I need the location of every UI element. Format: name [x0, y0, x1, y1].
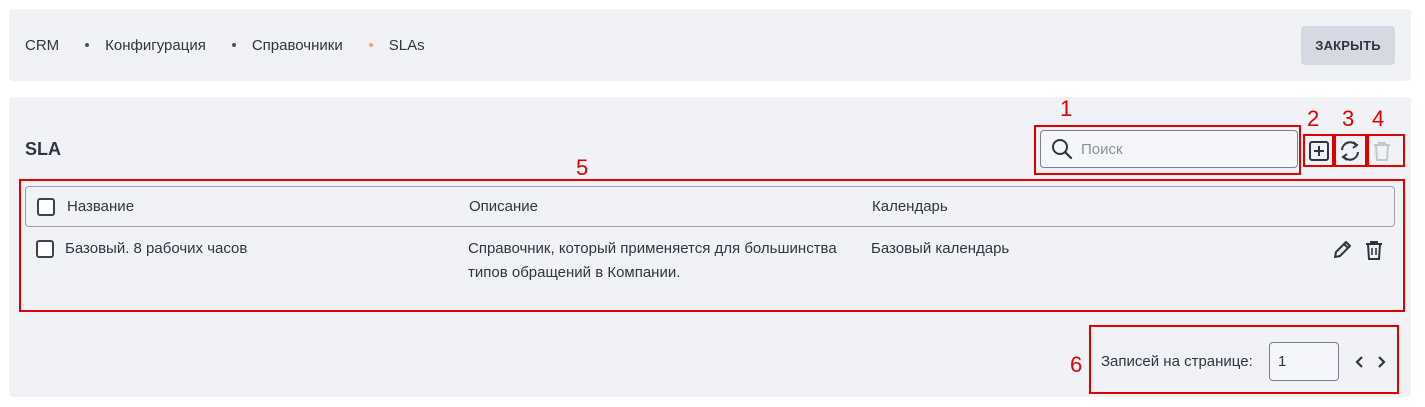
- row-name: Базовый. 8 рабочих часов: [65, 240, 248, 257]
- annotation-number-5: 5: [576, 155, 589, 180]
- breadcrumb-item-crm[interactable]: CRM: [25, 37, 59, 54]
- column-header-description[interactable]: Описание: [469, 198, 538, 215]
- prev-page-button[interactable]: [1351, 353, 1367, 371]
- close-button[interactable]: ЗАКРЫТЬ: [1301, 26, 1395, 65]
- breadcrumb-item-directories[interactable]: Справочники: [252, 37, 343, 54]
- trash-icon: [1366, 241, 1382, 260]
- delete-selected-button[interactable]: [1369, 138, 1395, 164]
- annotation-number-2: 2: [1307, 106, 1320, 131]
- table-header: Название Описание Календарь: [25, 186, 1395, 227]
- search-icon: [1052, 139, 1073, 160]
- annotation-number-1: 1: [1060, 96, 1073, 121]
- rows-per-page-label: Записей на странице:: [1101, 353, 1253, 370]
- search-field[interactable]: [1040, 130, 1298, 168]
- delete-row-button[interactable]: [1361, 237, 1387, 263]
- search-input[interactable]: [1081, 140, 1281, 158]
- row-description: Справочник, который применяется для боль…: [468, 237, 837, 285]
- annotation-number-3: 3: [1342, 106, 1355, 131]
- breadcrumb-item-slas: SLAs: [388, 36, 425, 54]
- plus-square-icon: [1309, 141, 1329, 161]
- refresh-button[interactable]: [1337, 138, 1363, 164]
- row-checkbox[interactable]: [36, 240, 54, 258]
- annotation-number-6: 6: [1070, 352, 1083, 377]
- row-calendar: Базовый календарь: [871, 240, 1010, 257]
- header-panel: CRM Конфигурация Справочники SLAs ЗАКРЫТ…: [9, 9, 1411, 81]
- breadcrumb-separator-active: [368, 43, 373, 47]
- edit-row-button[interactable]: [1329, 237, 1355, 263]
- select-all-checkbox[interactable]: [37, 198, 55, 216]
- breadcrumb-separator: [85, 43, 90, 47]
- chevron-right-icon: [1378, 356, 1386, 368]
- rows-per-page-input[interactable]: [1269, 342, 1339, 381]
- column-header-name[interactable]: Название: [67, 198, 134, 215]
- add-button[interactable]: [1306, 138, 1332, 164]
- annotation-number-4: 4: [1372, 106, 1385, 131]
- trash-icon: [1374, 142, 1390, 161]
- pencil-icon: [1334, 241, 1351, 258]
- section-title: SLA: [25, 139, 61, 159]
- sla-table: Название Описание Календарь Базовый. 8 р…: [25, 186, 1395, 302]
- column-header-calendar[interactable]: Календарь: [872, 198, 948, 215]
- table-row[interactable]: Базовый. 8 рабочих часов Справочник, кот…: [25, 227, 1395, 302]
- refresh-icon: [1341, 141, 1359, 161]
- breadcrumb: CRM Конфигурация Справочники SLAs: [25, 9, 425, 81]
- row-description-line: Справочник, который применяется для боль…: [468, 240, 837, 257]
- main-panel: SLA На: [9, 97, 1411, 397]
- chevron-left-icon: [1355, 356, 1363, 368]
- row-description-line: типов обращений в Компании.: [468, 264, 681, 281]
- breadcrumb-separator: [231, 43, 236, 47]
- breadcrumb-item-configuration[interactable]: Конфигурация: [105, 37, 206, 54]
- next-page-button[interactable]: [1374, 353, 1390, 371]
